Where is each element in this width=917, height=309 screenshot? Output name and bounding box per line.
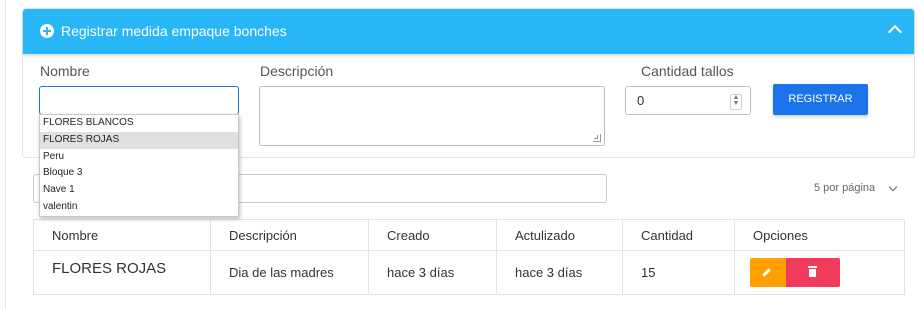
pencil-icon — [762, 268, 771, 277]
autocomplete-option[interactable]: FLORES ROJAS — [40, 131, 238, 149]
register-button[interactable]: REGISTRAR — [773, 84, 868, 115]
autocomplete-dropdown: FLORES BLANCOS FLORES ROJAS Peru Bloque … — [39, 114, 239, 217]
per-page-select[interactable]: 5 por página — [814, 176, 904, 200]
col-opciones: Opciones — [734, 219, 905, 251]
col-nombre[interactable]: Nombre — [33, 219, 211, 251]
nombre-input[interactable] — [39, 86, 239, 115]
cantidad-value: 0 — [637, 93, 645, 108]
card-header[interactable]: Registrar medida empaque bonches — [23, 9, 914, 54]
edit-button[interactable] — [750, 258, 786, 287]
descripcion-label: Descripción — [260, 63, 334, 79]
cell-actualizado: hace 3 días — [496, 250, 623, 295]
descripcion-textarea[interactable] — [259, 86, 605, 146]
cell-descripcion: Dia de las madres — [210, 250, 369, 295]
cell-cantidad: 15 — [622, 250, 735, 295]
per-page-value: 5 por página — [814, 182, 876, 194]
autocomplete-option[interactable]: Peru — [40, 149, 238, 166]
spinner-icon[interactable]: ▲ ▼ — [730, 94, 742, 110]
table-header-row: Nombre Descripción Creado Actulizado Can… — [33, 219, 905, 251]
data-table: Nombre Descripción Creado Actulizado Can… — [33, 219, 905, 295]
trash-icon — [808, 266, 817, 277]
col-creado[interactable]: Creado — [368, 219, 497, 251]
cell-opciones — [734, 250, 905, 295]
delete-button[interactable] — [786, 258, 840, 287]
nombre-label: Nombre — [40, 63, 90, 79]
plus-circle-icon — [40, 24, 54, 38]
chevron-up-icon[interactable] — [887, 24, 903, 40]
table-row: FLORES ROJAS Dia de las madres hace 3 dí… — [33, 250, 905, 295]
cell-nombre: FLORES ROJAS — [33, 250, 211, 295]
page-border — [5, 0, 6, 309]
autocomplete-option[interactable]: FLORES BLANCOS — [40, 115, 238, 132]
col-descripcion[interactable]: Descripción — [210, 219, 369, 251]
cantidad-input[interactable]: 0 ▲ ▼ — [625, 86, 751, 115]
autocomplete-option[interactable]: valentin — [40, 199, 238, 216]
autocomplete-option[interactable]: Bloque 3 — [40, 165, 238, 182]
chevron-down-icon — [888, 182, 898, 192]
cell-creado: hace 3 días — [368, 250, 497, 295]
cantidad-label: Cantidad tallos — [641, 63, 734, 79]
resize-handle-icon[interactable] — [593, 134, 601, 142]
autocomplete-option[interactable]: Nave 1 — [40, 182, 238, 199]
card-title: Registrar medida empaque bonches — [61, 23, 287, 39]
col-cantidad[interactable]: Cantidad — [622, 219, 735, 251]
col-actualizado[interactable]: Actulizado — [496, 219, 623, 251]
